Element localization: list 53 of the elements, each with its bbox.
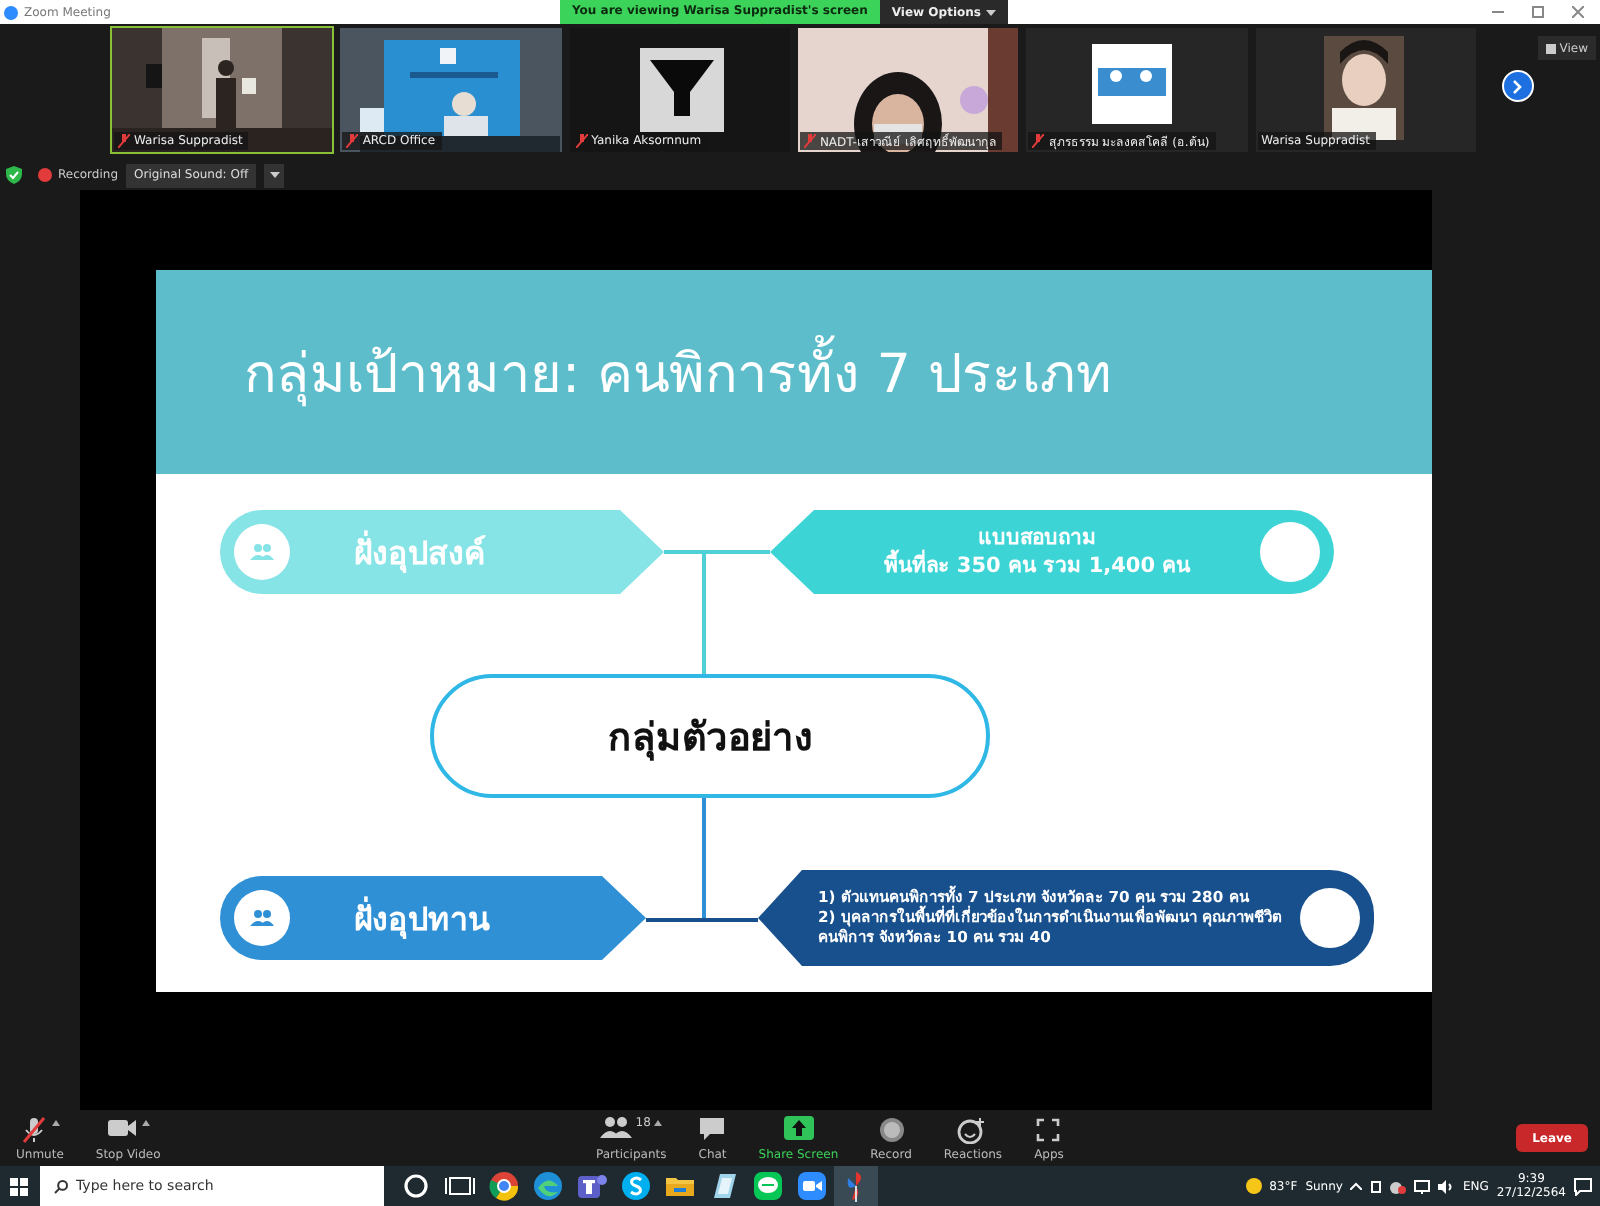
chat-icon xyxy=(698,1115,727,1141)
shield-icon xyxy=(6,166,22,184)
circle-marker xyxy=(1300,888,1360,948)
caret-up-icon[interactable] xyxy=(142,1119,151,1125)
category-label: ฝั่งอุปสงค์ xyxy=(220,510,664,594)
close-icon[interactable] xyxy=(1572,6,1584,18)
slide-title: กลุ่มเป้าหมาย: คนพิการทั้ง 7 ประเภท xyxy=(244,329,1113,415)
search-icon xyxy=(54,1180,68,1194)
apps-icon xyxy=(1034,1115,1063,1143)
people-icon xyxy=(250,910,274,926)
windows-start-icon[interactable] xyxy=(9,1177,27,1195)
app-logo-icon xyxy=(4,5,18,19)
muted-mic-icon xyxy=(19,1115,48,1143)
sample-group-node: กลุ่มตัวอย่าง xyxy=(430,674,990,798)
chevron-up-icon[interactable] xyxy=(1350,1182,1363,1190)
call-app-icon[interactable] xyxy=(622,1172,650,1200)
caret-down-icon xyxy=(269,172,280,178)
smiley-icon xyxy=(956,1115,989,1143)
monitor-icon[interactable] xyxy=(1414,1179,1431,1193)
sun-icon xyxy=(1245,1178,1262,1194)
participants-icon xyxy=(599,1115,632,1139)
people-icon xyxy=(250,544,274,560)
folder-icon[interactable] xyxy=(666,1178,694,1196)
notification-icon[interactable] xyxy=(1574,1177,1592,1195)
next-page-button[interactable] xyxy=(1501,70,1534,102)
task-view-icon[interactable] xyxy=(445,1177,475,1195)
grid-icon xyxy=(1545,43,1556,53)
maximize-icon[interactable] xyxy=(1532,6,1544,18)
notepad-icon[interactable] xyxy=(714,1174,736,1198)
circle-icon[interactable] xyxy=(404,1174,428,1198)
pinwheel-icon[interactable] xyxy=(847,1172,861,1203)
category-label: ฝั่งอุปทาน xyxy=(220,876,646,960)
caret-up-icon[interactable] xyxy=(654,1119,663,1125)
device-icon[interactable] xyxy=(1370,1179,1383,1193)
cloud-alert-icon[interactable] xyxy=(1390,1179,1407,1193)
circle-marker xyxy=(1260,522,1320,582)
chevron-right-icon xyxy=(1512,79,1523,93)
wave-browser-icon[interactable] xyxy=(534,1172,562,1200)
detail-text: แบบสอบถาม xyxy=(978,523,1096,552)
share-screen-icon xyxy=(783,1115,814,1139)
caret-up-icon[interactable] xyxy=(51,1119,60,1125)
record-icon xyxy=(877,1115,905,1143)
detail-text: พื้นที่ละ 350 คน รวม 1,400 คน xyxy=(883,552,1191,581)
team-chat-icon[interactable] xyxy=(578,1175,607,1198)
minimize-icon[interactable] xyxy=(1492,6,1504,18)
sound-menu-button[interactable] xyxy=(264,163,285,187)
video-camera-icon xyxy=(106,1115,139,1139)
speaker-icon[interactable] xyxy=(1438,1179,1455,1193)
browser-icon[interactable] xyxy=(489,1172,518,1201)
chat-bubble-icon[interactable] xyxy=(754,1172,782,1200)
video-app-icon[interactable] xyxy=(798,1172,826,1200)
recording-dot-icon xyxy=(38,168,52,182)
caret-down-icon xyxy=(985,9,996,15)
